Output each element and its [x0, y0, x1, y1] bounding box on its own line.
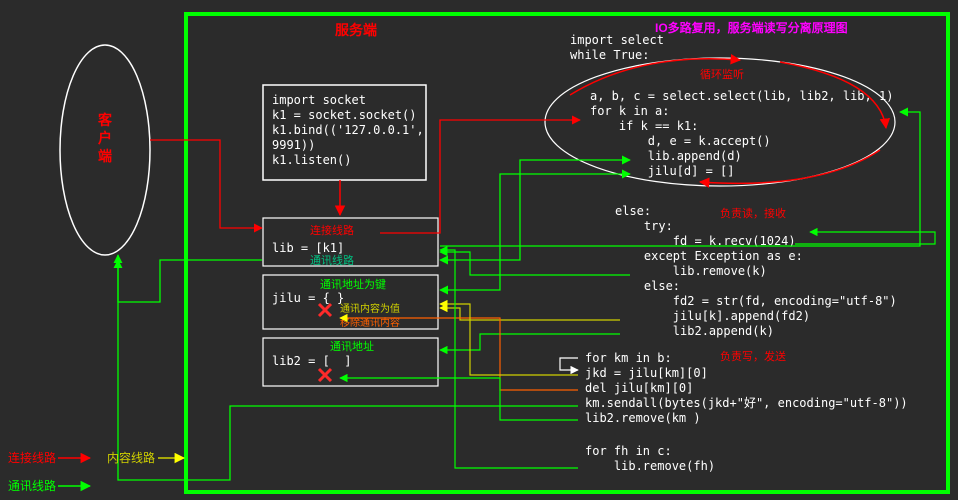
read-code: else: try: fd = k.recv(1024) except Exce… [615, 204, 933, 338]
arrow-lib2remove [340, 378, 578, 420]
label-comm-addr: 通讯地址 [330, 339, 374, 353]
lib2-text: lib2 = [ ] [272, 354, 351, 368]
legend-conn: 连接线路 [8, 450, 56, 465]
middle-stack: 连接线路 lib = [k1] 通讯线路 通讯地址为键 jilu = { } 通… [263, 218, 438, 386]
arrow-err-libremove [440, 250, 578, 468]
arrow-for-km [560, 358, 578, 370]
diagram-canvas: 服务端 IO多路复用，服务端读写分离原理图 客户端 import socket … [0, 0, 958, 500]
arrow-lib2append [440, 334, 620, 350]
code-init-text: import socket k1 = socket.socket() k1.bi… [272, 93, 460, 167]
arrow-client-conn [150, 140, 262, 228]
arrow-comm-back-client [118, 255, 262, 302]
err-code: for fh in c: lib.remove(fh) [585, 444, 737, 473]
legend-comm: 通讯线路 [8, 478, 56, 493]
label-content-value: 通讯内容为值 [340, 302, 400, 315]
label-comm-addr-key: 通讯地址为键 [320, 277, 386, 291]
client-label: 客户端 [97, 112, 113, 164]
read-label: 负责读，接收 [720, 206, 786, 220]
arrow-jilud-jilu [440, 174, 630, 290]
arrow-libremove-lib [440, 252, 630, 275]
jilu-text: jilu = { } [272, 291, 344, 305]
write-label: 负责写，发送 [720, 349, 786, 363]
legend: 连接线路 内容线路 通讯线路 [8, 450, 184, 493]
cross-icon [319, 304, 331, 316]
label-comm-line-inner: 通讯线路 [310, 253, 354, 267]
label-conn-line: 连接线路 [310, 223, 354, 237]
top-code: import select while True: [570, 33, 700, 62]
ellipse-code: a, b, c = select.select(lib, lib2, lib, … [590, 89, 930, 178]
legend-content: 内容线路 [107, 450, 155, 465]
server-title: 服务端 [335, 22, 377, 38]
lib-text: lib = [k1] [272, 241, 344, 255]
cross-icon-2 [319, 369, 331, 381]
loop-label: 循环监听 [700, 68, 744, 81]
arrow-jkdget [440, 304, 578, 375]
